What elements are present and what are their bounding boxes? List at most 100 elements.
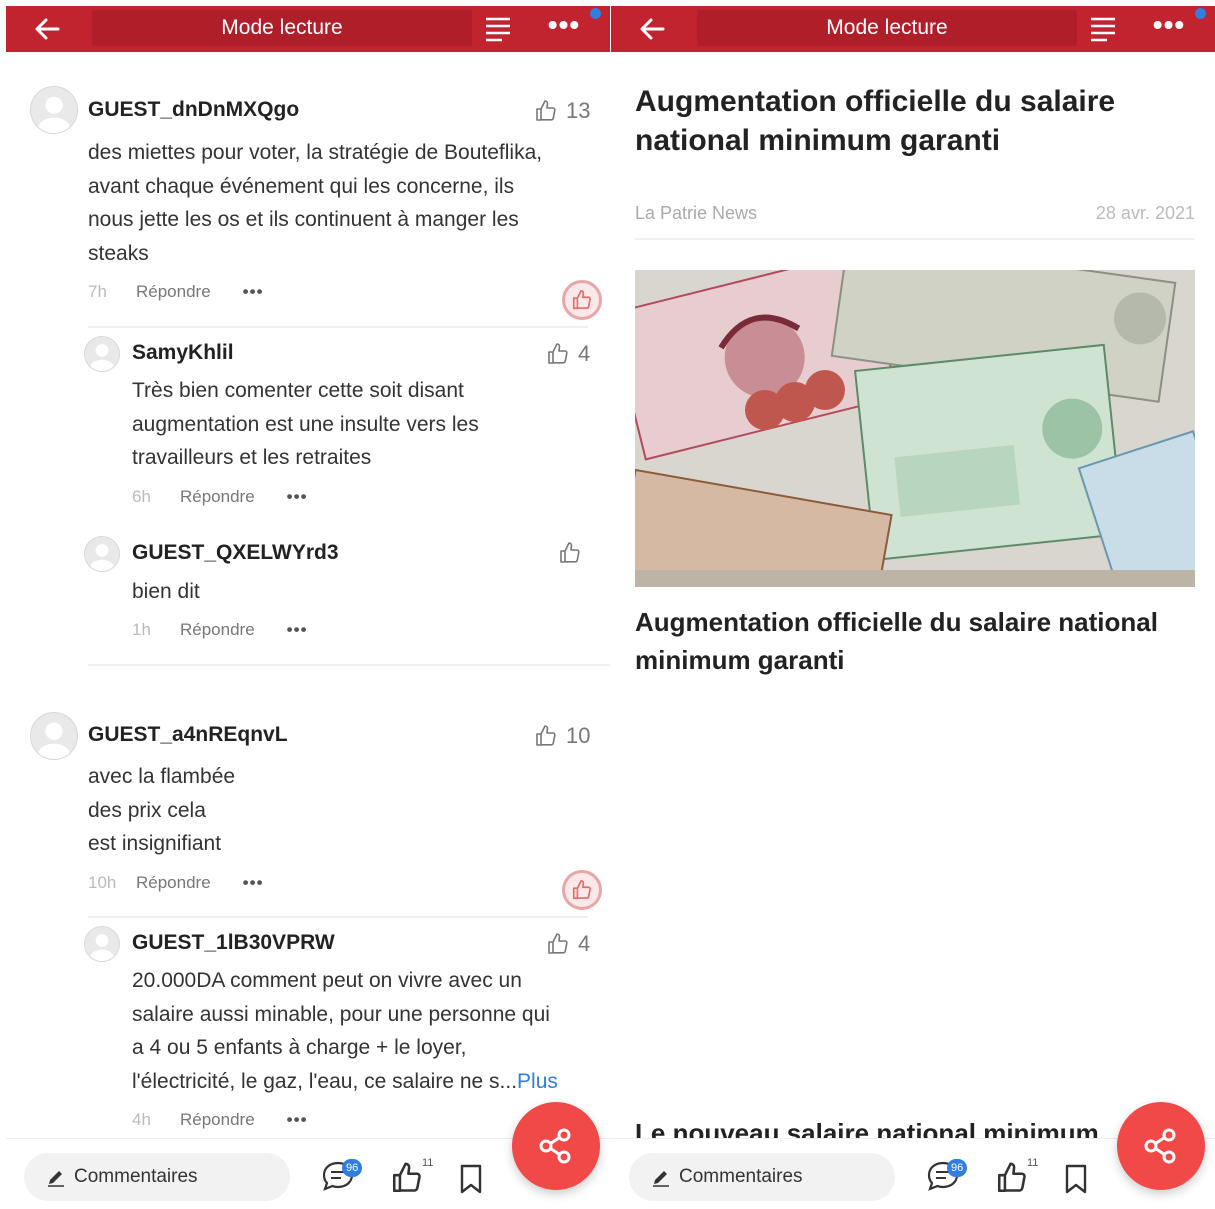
comment-line: travailleurs et les retraites <box>132 446 372 469</box>
reading-menu-icon[interactable] <box>484 16 512 42</box>
header-bar: Mode lecture ••• <box>611 6 1215 52</box>
comment-line: avec la flambée <box>88 765 236 788</box>
comment-time: 1h <box>132 620 151 639</box>
thumbs-up-icon <box>572 880 591 900</box>
comment-meta: 7h Répondre ••• <box>88 282 264 302</box>
like-count: 11 <box>1027 1157 1039 1169</box>
comment-username[interactable]: GUEST_a4nREqnvL <box>88 723 288 747</box>
comment-line: steaks <box>88 241 149 265</box>
bookmark-button[interactable] <box>458 1163 484 1195</box>
header-title: Mode lecture <box>826 16 948 39</box>
more-options-icon[interactable]: ••• <box>544 10 584 46</box>
reply-button[interactable]: Répondre <box>136 873 211 893</box>
like-button[interactable]: 4 <box>546 931 590 957</box>
comment-line: nous jette les os et ils continuent à ma… <box>88 208 519 231</box>
comment-line: des prix cela <box>88 798 206 822</box>
top-comment-badge <box>562 280 602 320</box>
like-article-button[interactable] <box>390 1161 424 1195</box>
more-options-icon[interactable]: ••• <box>1149 10 1189 46</box>
comment-line: augmentation est une insulte vers les <box>132 412 479 436</box>
like-button[interactable]: 4 <box>546 341 590 367</box>
reply-username[interactable]: GUEST_QXELWYrd3 <box>132 541 339 565</box>
share-icon <box>539 1128 571 1164</box>
bookmark-icon <box>460 1164 482 1194</box>
notification-dot <box>590 8 601 19</box>
thumbs-up-icon <box>536 100 556 121</box>
avatar[interactable] <box>30 86 78 134</box>
avatar[interactable] <box>84 926 120 962</box>
more-link[interactable]: Plus <box>517 1070 558 1093</box>
thumbs-up-icon <box>536 725 556 746</box>
comment-more-button[interactable]: ••• <box>243 873 264 893</box>
comment-meta: 10h Répondre ••• <box>88 873 264 893</box>
comment-more-button[interactable]: ••• <box>287 620 308 640</box>
comment-text: avec la flambée des prix cela est insign… <box>88 760 588 861</box>
banknotes-illustration <box>635 270 1195 587</box>
comment-username[interactable]: GUEST_dnDnMXQgo <box>88 98 299 122</box>
comment-line: avant chaque événement qui les concerne,… <box>88 174 515 198</box>
notification-dot <box>1195 8 1206 19</box>
comment-line: a 4 ou 5 enfants à charge + le loyer, <box>132 1036 467 1059</box>
comment-line: l'électricité, le gaz, l'eau, ce salaire… <box>132 1065 602 1099</box>
comment-time: 4h <box>132 1110 151 1129</box>
pencil-icon <box>48 1171 64 1187</box>
thumbs-up-icon <box>572 290 591 310</box>
comments-label: Commentaires <box>74 1166 198 1187</box>
thumbs-up-icon <box>392 1162 421 1193</box>
reply-text: Très bien comenter cette soit disant aug… <box>132 374 592 475</box>
like-article-button[interactable] <box>995 1161 1029 1195</box>
share-icon <box>1144 1128 1176 1164</box>
comment-line-truncated: l'électricité, le gaz, l'eau, ce salaire… <box>132 1069 518 1093</box>
comments-label: Commentaires <box>679 1166 803 1187</box>
write-comment-button[interactable]: Commentaires <box>24 1153 290 1201</box>
comment-line: des miettes pour voter, la stratégie de … <box>88 141 543 164</box>
reply-username[interactable]: GUEST_1lB30VPRW <box>132 931 335 955</box>
header-title: Mode lecture <box>221 16 343 39</box>
comment-more-button[interactable]: ••• <box>243 282 264 302</box>
article-source[interactable]: La Patrie News <box>635 203 757 224</box>
comment-meta: 1h Répondre ••• <box>132 620 308 640</box>
divider <box>88 326 588 328</box>
comment-line: Très bien comenter cette soit disant <box>132 379 464 402</box>
comment-line: 20.000DA comment peut on vivre avec un <box>132 969 522 992</box>
avatar[interactable] <box>84 536 120 572</box>
like-button[interactable] <box>558 541 590 565</box>
write-comment-button[interactable]: Commentaires <box>629 1153 895 1201</box>
pencil-icon <box>653 1171 669 1187</box>
comments-screen: Mode lecture ••• GUEST_dnDnMXQgo 13 des … <box>6 0 610 1209</box>
bookmark-icon <box>1065 1164 1087 1194</box>
article-image[interactable] <box>635 270 1195 587</box>
like-count: 10 <box>566 723 591 748</box>
comment-text: des miettes pour voter, la stratégie de … <box>88 136 588 270</box>
reply-button[interactable]: Répondre <box>180 487 255 507</box>
thumbs-up-icon <box>548 343 568 364</box>
like-button[interactable]: 10 <box>534 723 590 749</box>
comment-more-button[interactable]: ••• <box>287 1110 308 1130</box>
comment-line: salaire aussi minable, pour une personne… <box>132 1002 550 1026</box>
header-bar: Mode lecture ••• <box>6 6 610 52</box>
reading-menu-icon[interactable] <box>1089 16 1117 42</box>
like-count: 4 <box>578 341 591 366</box>
comment-time: 6h <box>132 487 151 506</box>
thumbs-up-icon <box>560 542 580 563</box>
reply-button[interactable]: Répondre <box>180 620 255 640</box>
article-body-start: Le nouveau salaire national minimum <box>635 1118 1099 1138</box>
reply-button[interactable]: Répondre <box>136 282 211 302</box>
back-arrow-icon[interactable] <box>637 14 667 44</box>
like-count: 11 <box>422 1157 434 1169</box>
share-button[interactable] <box>512 1102 600 1190</box>
bookmark-button[interactable] <box>1063 1163 1089 1195</box>
avatar[interactable] <box>84 336 120 372</box>
reply-text: 20.000DA comment peut on vivre avec un s… <box>132 964 602 1098</box>
like-button[interactable]: 13 <box>534 98 590 124</box>
reply-button[interactable]: Répondre <box>180 1110 255 1130</box>
like-count: 13 <box>566 98 591 123</box>
comment-time: 7h <box>88 282 107 301</box>
comment-more-button[interactable]: ••• <box>287 487 308 507</box>
avatar[interactable] <box>30 712 78 760</box>
comment-line: est insignifiant <box>88 832 222 855</box>
back-arrow-icon[interactable] <box>32 14 62 44</box>
share-button[interactable] <box>1117 1102 1205 1190</box>
reply-username[interactable]: SamyKhlil <box>132 341 234 365</box>
comment-count-badge: 96 <box>342 1159 363 1177</box>
